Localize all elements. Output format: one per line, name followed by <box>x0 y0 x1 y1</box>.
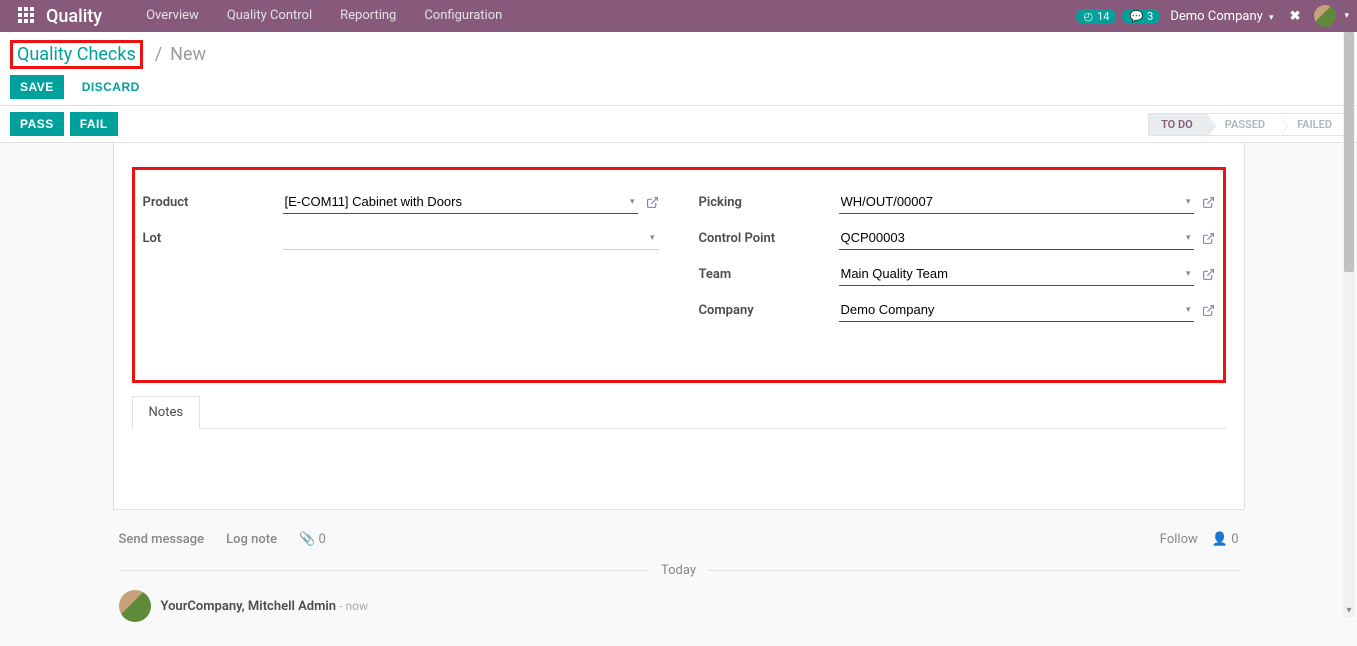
form-col-right: Picking ▾ Control Point ▾ <box>699 188 1215 332</box>
statusbar-buttons: PASS FAIL <box>10 112 1148 136</box>
lot-field[interactable] <box>283 226 659 250</box>
save-button[interactable]: SAVE <box>10 75 64 99</box>
external-link-icon[interactable] <box>1202 268 1215 281</box>
label-lot: Lot <box>143 231 283 246</box>
team-field[interactable] <box>839 262 1194 286</box>
discard-button[interactable]: DISCARD <box>72 75 150 99</box>
scrollbar-thumb[interactable] <box>1344 32 1354 272</box>
brand-title: Quality <box>46 6 102 27</box>
label-team: Team <box>699 267 839 282</box>
company-field[interactable] <box>839 298 1194 322</box>
breadcrumb: Quality Checks / New <box>10 40 1347 69</box>
pass-button[interactable]: PASS <box>10 112 64 136</box>
nav-right: ◴ 14 💬 3 Demo Company ▾ ✖ ▾ <box>1076 5 1349 27</box>
breadcrumb-separator: / <box>155 44 162 65</box>
paperclip-icon: 📎 <box>299 532 315 547</box>
main-area: Product ▾ Lot ▾ <box>0 143 1357 646</box>
attachments-button[interactable]: 📎 0 <box>299 532 326 547</box>
activities-indicator[interactable]: ◴ 14 <box>1076 9 1116 24</box>
chatter: Send message Log note 📎 0 Follow 👤 0 Tod… <box>113 524 1245 626</box>
nav-menu: Overview Quality Control Reporting Confi… <box>132 0 1076 32</box>
label-picking: Picking <box>699 195 839 210</box>
fail-button[interactable]: FAIL <box>70 112 118 136</box>
message-avatar <box>119 590 151 622</box>
statusbar: PASS FAIL TO DO PASSED FAILED <box>0 105 1357 143</box>
debug-icon[interactable]: ✖ <box>1284 9 1307 24</box>
picking-field[interactable] <box>839 190 1194 214</box>
attachment-count: 0 <box>318 532 325 547</box>
apps-icon[interactable] <box>18 7 36 25</box>
external-link-icon[interactable] <box>1202 196 1215 209</box>
statusbar-steps: TO DO PASSED FAILED <box>1148 113 1347 136</box>
tabs: Notes <box>132 395 1226 429</box>
status-passed[interactable]: PASSED <box>1207 113 1279 136</box>
form-highlight-box: Product ▾ Lot ▾ <box>132 167 1226 383</box>
breadcrumb-current: New <box>170 44 206 65</box>
external-link-icon[interactable] <box>1202 304 1215 317</box>
nav-overview[interactable]: Overview <box>132 0 213 32</box>
breadcrumb-highlight: Quality Checks <box>10 40 143 69</box>
toolbar-buttons: SAVE DISCARD <box>10 75 1347 99</box>
label-company: Company <box>699 303 839 318</box>
chatter-date-divider: Today <box>119 563 1239 578</box>
form-col-left: Product ▾ Lot ▾ <box>143 188 659 332</box>
log-note-button[interactable]: Log note <box>226 532 277 547</box>
clock-icon: ◴ <box>1083 10 1093 23</box>
send-message-button[interactable]: Send message <box>119 532 205 547</box>
company-label: Demo Company <box>1170 9 1262 24</box>
divider-label: Today <box>649 563 708 578</box>
followers-count: 0 <box>1231 532 1238 547</box>
breadcrumb-root[interactable]: Quality Checks <box>17 44 136 65</box>
message-time: - now <box>339 599 368 613</box>
external-link-icon[interactable] <box>646 196 659 209</box>
control-point-field[interactable] <box>839 226 1194 250</box>
status-todo[interactable]: TO DO <box>1148 113 1207 136</box>
form-sheet: Product ▾ Lot ▾ <box>113 143 1245 510</box>
status-failed[interactable]: FAILED <box>1279 113 1347 136</box>
external-link-icon[interactable] <box>1202 232 1215 245</box>
tab-notes[interactable]: Notes <box>132 396 201 429</box>
message-row: YourCompany, Mitchell Admin - now <box>119 586 1239 626</box>
scroll-down-icon[interactable]: ▾ <box>1343 605 1355 617</box>
form-grid: Product ▾ Lot ▾ <box>143 188 1215 332</box>
chatter-topbar: Send message Log note 📎 0 Follow 👤 0 <box>119 524 1239 555</box>
product-field[interactable] <box>283 190 638 214</box>
nav-reporting[interactable]: Reporting <box>326 0 410 32</box>
company-switcher[interactable]: Demo Company ▾ <box>1166 9 1277 24</box>
label-control-point: Control Point <box>699 231 839 246</box>
activities-count: 14 <box>1097 10 1109 23</box>
chevron-down-icon: ▾ <box>1269 13 1274 23</box>
nav-quality-control[interactable]: Quality Control <box>213 0 326 32</box>
control-panel: Quality Checks / New SAVE DISCARD <box>0 32 1357 105</box>
followers-button[interactable]: 👤 0 <box>1212 532 1239 547</box>
chat-icon: 💬 <box>1129 10 1143 23</box>
message-author: YourCompany, Mitchell Admin <box>161 599 337 614</box>
follow-button[interactable]: Follow <box>1160 532 1198 547</box>
user-icon: 👤 <box>1212 532 1228 547</box>
label-product: Product <box>143 195 283 210</box>
messages-count: 3 <box>1147 10 1153 23</box>
messages-indicator[interactable]: 💬 3 <box>1122 9 1160 24</box>
navbar: Quality Overview Quality Control Reporti… <box>0 0 1357 32</box>
chevron-down-icon: ▾ <box>1344 11 1349 21</box>
scrollbar[interactable]: ▴ ▾ <box>1343 32 1355 617</box>
user-avatar[interactable] <box>1314 5 1336 27</box>
nav-configuration[interactable]: Configuration <box>410 0 516 32</box>
tab-content <box>114 429 1244 509</box>
